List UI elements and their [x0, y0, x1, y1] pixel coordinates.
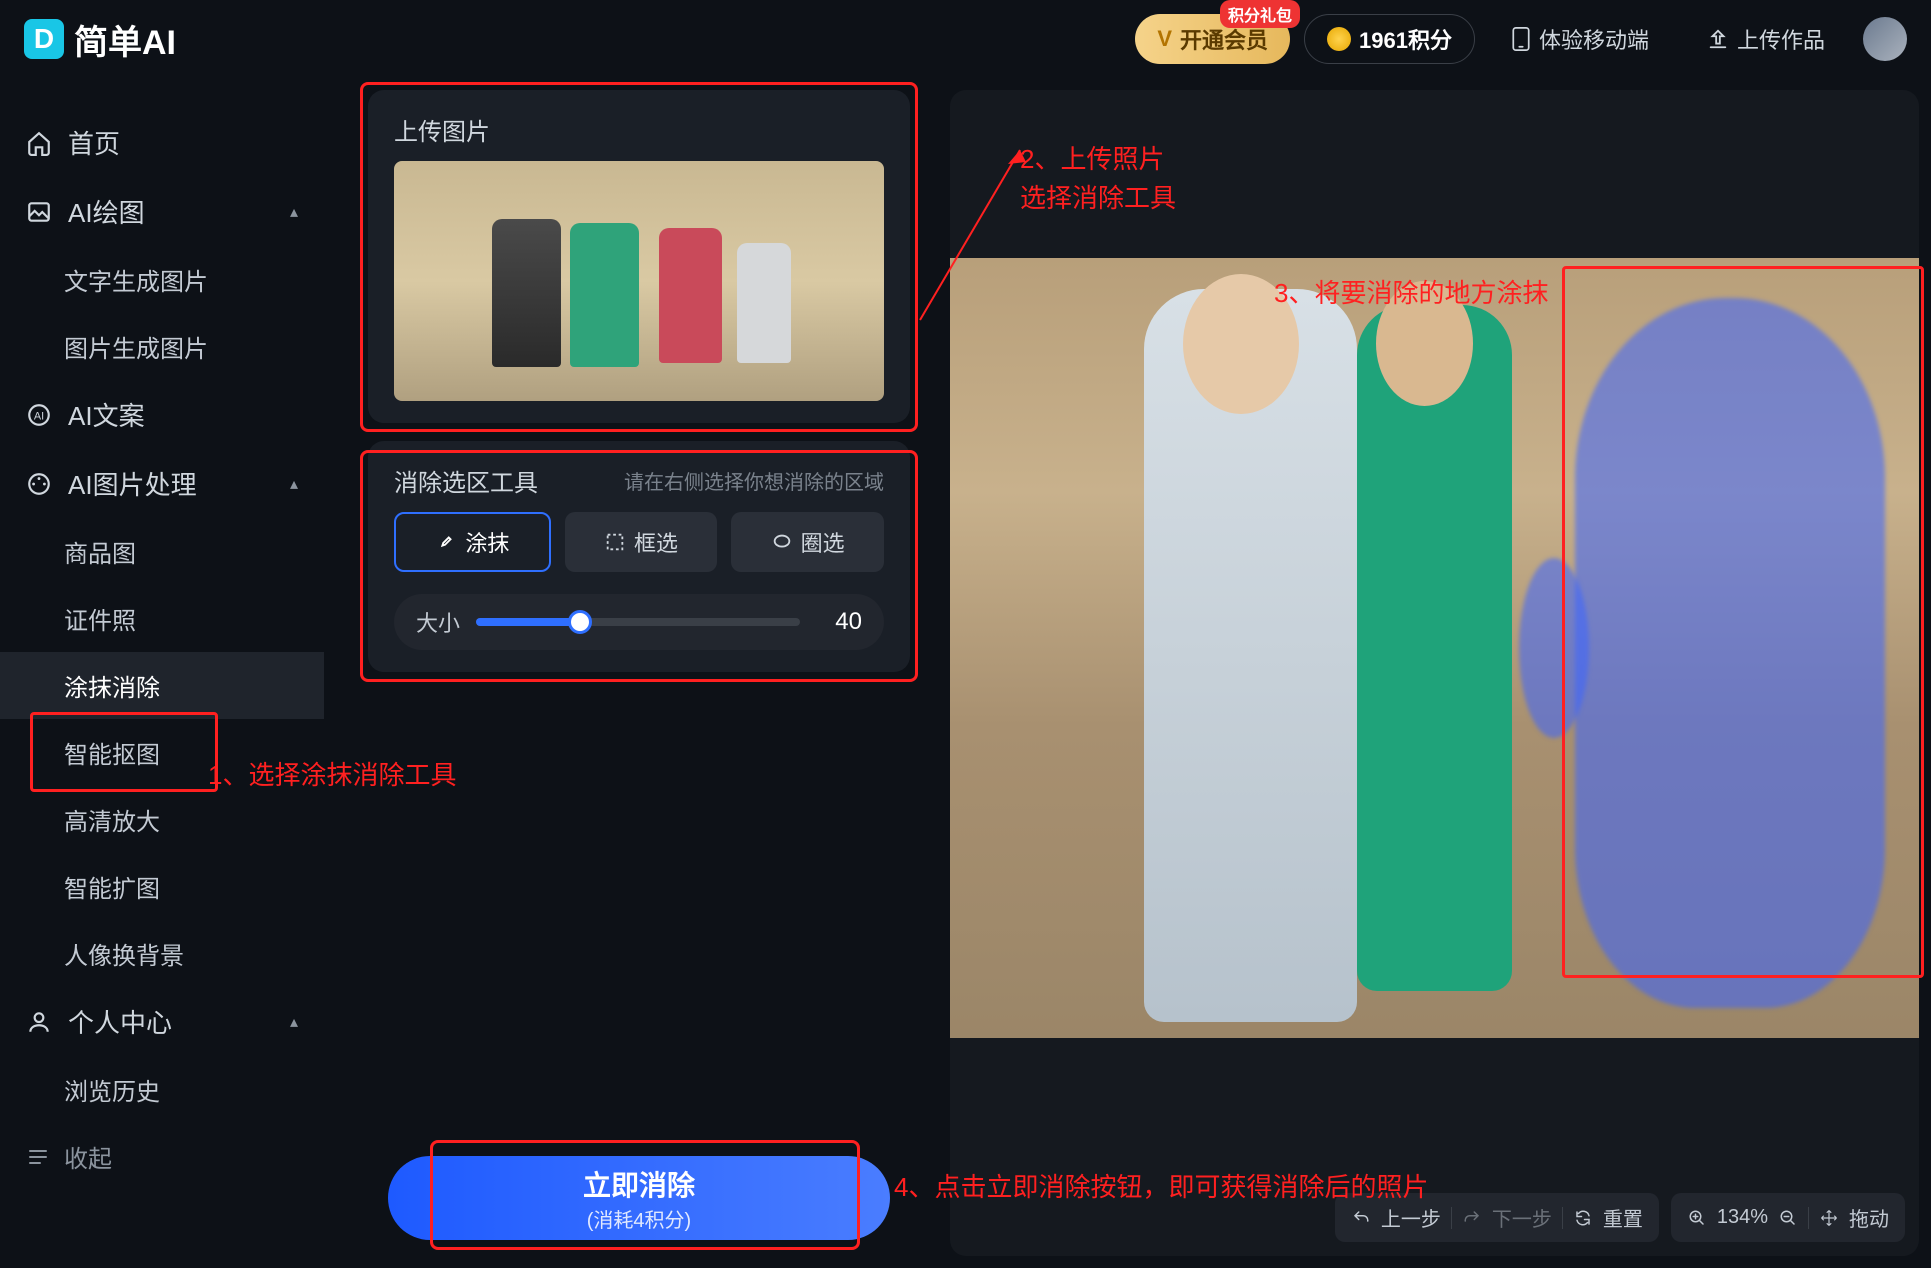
nav-idphoto[interactable]: 证件照 — [0, 585, 324, 652]
tool-title: 消除选区工具 — [394, 463, 538, 498]
coin-icon — [1327, 27, 1351, 51]
nav-profile[interactable]: 个人中心 ▴ — [0, 987, 324, 1056]
box-label: 框选 — [634, 526, 678, 558]
slider-thumb[interactable] — [568, 610, 592, 634]
nav-bgswap[interactable]: 人像换背景 — [0, 920, 324, 987]
nav-home-label: 首页 — [68, 124, 120, 161]
nav-history[interactable]: 浏览历史 — [0, 1056, 324, 1123]
logo-text: 简单AI — [74, 15, 176, 64]
undo-icon[interactable] — [1351, 1208, 1371, 1228]
chevron-up-icon: ▴ — [290, 1012, 298, 1032]
points-button[interactable]: 1961积分 — [1304, 14, 1475, 64]
nav-product[interactable]: 商品图 — [0, 518, 324, 585]
zoom-controls: 134% 拖动 — [1671, 1193, 1905, 1242]
redo-icon[interactable] — [1462, 1208, 1482, 1228]
erase-now-button[interactable]: 立即消除 (消耗4积分) — [388, 1156, 890, 1240]
redo-button[interactable]: 下一步 — [1492, 1203, 1552, 1232]
thumbnail[interactable] — [394, 161, 884, 401]
zoom-in-icon[interactable] — [1687, 1208, 1707, 1228]
vip-button[interactable]: V 开通会员 积分礼包 — [1135, 14, 1290, 64]
box-icon — [604, 531, 626, 553]
logo-letter: D — [34, 23, 54, 55]
nav-text2img[interactable]: 文字生成图片 — [0, 246, 324, 313]
phone-icon — [1511, 27, 1531, 51]
nav-home[interactable]: 首页 — [0, 108, 324, 177]
reset-icon[interactable] — [1573, 1208, 1593, 1228]
canvas-toolbar: 上一步 下一步 重置 134% 拖动 — [1335, 1193, 1905, 1242]
collapse-label: 收起 — [64, 1139, 112, 1174]
canvas-image[interactable] — [950, 258, 1919, 1038]
vip-icon: V — [1157, 26, 1172, 52]
vip-badge: 积分礼包 — [1220, 0, 1300, 28]
nav-cutout[interactable]: 智能抠图 — [0, 719, 324, 786]
header: D 简单AI V 开通会员 积分礼包 1961积分 体验移动端 上传作品 — [0, 0, 1931, 78]
action-title: 立即消除 — [583, 1164, 695, 1204]
lasso-icon — [771, 531, 793, 553]
nav-collapse[interactable]: 收起 — [0, 1123, 324, 1190]
nav-ai-draw[interactable]: AI绘图 ▴ — [0, 177, 324, 246]
tool-hint: 请在右侧选择你想消除的区域 — [624, 466, 884, 495]
nav-upscale[interactable]: 高清放大 — [0, 786, 324, 853]
history-controls: 上一步 下一步 重置 — [1335, 1193, 1659, 1242]
palette-icon — [26, 471, 52, 497]
mask-overlay-bump — [1519, 558, 1589, 738]
brush-label: 涂抹 — [465, 526, 509, 558]
nav-erase[interactable]: 涂抹消除 — [0, 652, 324, 719]
upload-label: 上传作品 — [1737, 23, 1825, 55]
size-slider[interactable] — [476, 618, 800, 626]
zoom-out-icon[interactable] — [1778, 1208, 1798, 1228]
points-label: 1961积分 — [1359, 23, 1452, 55]
logo-icon: D — [24, 19, 64, 59]
size-slider-row: 大小 40 — [394, 594, 884, 650]
home-icon — [26, 130, 52, 156]
chevron-up-icon: ▴ — [290, 202, 298, 222]
upload-icon — [1707, 28, 1729, 50]
zoom-level: 134% — [1717, 1206, 1768, 1229]
selection-card: 消除选区工具 请在右侧选择你想消除的区域 涂抹 框选 圈选 大小 40 — [368, 441, 910, 672]
tool-panel: 上传图片 消除选区工具 请在右侧选择你想消除的区域 涂抹 框选 圈选 — [368, 90, 910, 690]
canvas: 上一步 下一步 重置 134% 拖动 — [950, 90, 1919, 1256]
nav-ai-image[interactable]: AI图片处理 ▴ — [0, 449, 324, 518]
nav-ai-copy[interactable]: AI AI文案 — [0, 380, 324, 449]
chevron-up-icon: ▴ — [290, 474, 298, 494]
upload-card: 上传图片 — [368, 90, 910, 423]
upload-button[interactable]: 上传作品 — [1685, 14, 1847, 64]
image-icon — [26, 199, 52, 225]
logo[interactable]: D 简单AI — [24, 15, 176, 64]
box-tool-button[interactable]: 框选 — [565, 512, 718, 572]
ai-copy-icon: AI — [26, 402, 52, 428]
nav-ai-copy-label: AI文案 — [68, 396, 145, 433]
mobile-button[interactable]: 体验移动端 — [1489, 14, 1671, 64]
undo-button[interactable]: 上一步 — [1381, 1203, 1441, 1232]
lasso-label: 圈选 — [801, 526, 845, 558]
sidebar: 首页 AI绘图 ▴ 文字生成图片 图片生成图片 AI AI文案 AI图片处理 ▴… — [0, 78, 324, 1268]
mask-overlay — [1575, 298, 1885, 1008]
nav-img2img[interactable]: 图片生成图片 — [0, 313, 324, 380]
brush-tool-button[interactable]: 涂抹 — [394, 512, 551, 572]
nav-ai-draw-label: AI绘图 — [68, 193, 145, 230]
lasso-tool-button[interactable]: 圈选 — [731, 512, 884, 572]
collapse-icon — [26, 1145, 50, 1169]
brush-icon — [435, 531, 457, 553]
action-sub: (消耗4积分) — [587, 1204, 691, 1233]
size-value: 40 — [816, 608, 862, 636]
drag-button[interactable]: 拖动 — [1849, 1203, 1889, 1232]
upload-title: 上传图片 — [394, 112, 884, 147]
size-label: 大小 — [416, 606, 460, 638]
mobile-label: 体验移动端 — [1539, 23, 1649, 55]
avatar[interactable] — [1863, 17, 1907, 61]
svg-text:AI: AI — [34, 410, 44, 422]
nav-ai-image-label: AI图片处理 — [68, 465, 197, 502]
reset-button[interactable]: 重置 — [1603, 1203, 1643, 1232]
user-icon — [26, 1009, 52, 1035]
nav-expand[interactable]: 智能扩图 — [0, 853, 324, 920]
drag-icon[interactable] — [1819, 1208, 1839, 1228]
nav-profile-label: 个人中心 — [68, 1003, 172, 1040]
